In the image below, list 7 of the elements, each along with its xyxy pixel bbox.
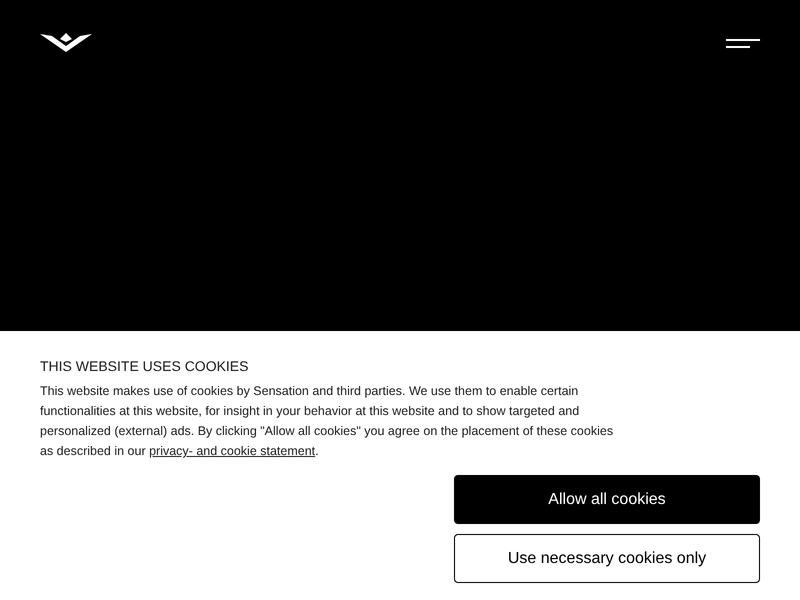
banner-title: THIS WEBSITE USES COOKIES — [40, 357, 250, 375]
menu-icon[interactable] — [726, 39, 760, 49]
allow-button[interactable]: Allow all cookies — [454, 475, 760, 524]
necessary-button[interactable]: Use necessary cookies only — [454, 534, 760, 583]
privacy-link[interactable]: privacy- and cookie statement — [149, 444, 316, 458]
banner-text: This website makes use of cookies by Sensation and third parties. We use them to enable certain functionalities at this website, for insight in your behavior at this website and to show targeted and personalized (external) ads. By clicking "Allow all cookies" you agree on the placement of these cookies as described in our privacy- and cookie statement. — [40, 383, 614, 460]
logo-icon[interactable] — [40, 30, 92, 54]
